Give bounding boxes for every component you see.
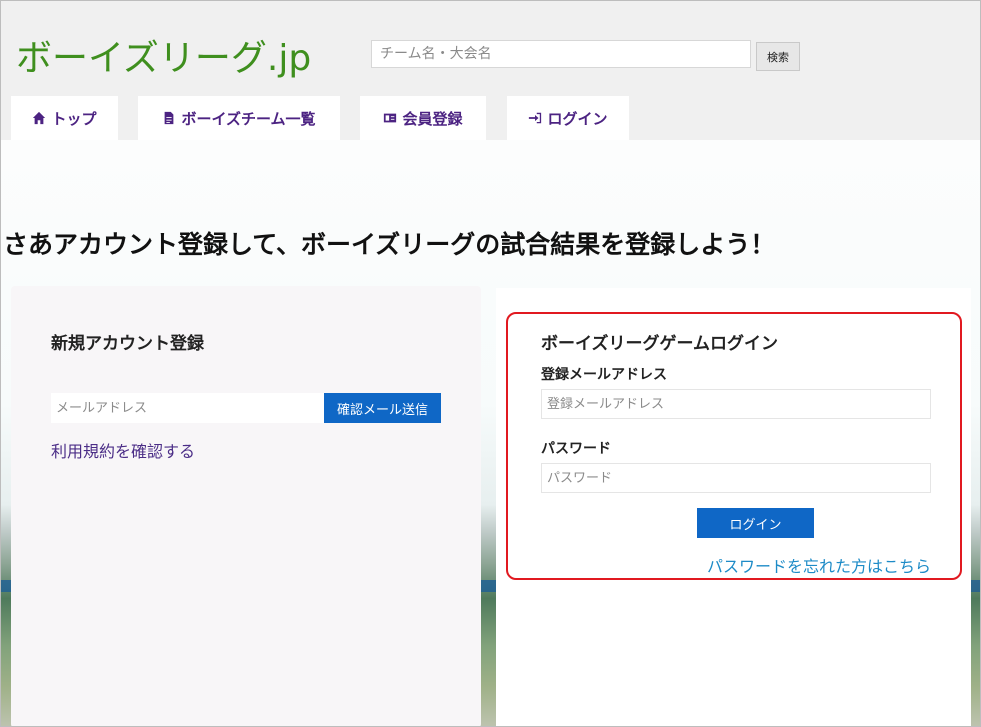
terms-link[interactable]: 利用規約を確認する [51,438,195,462]
nav-tab-login[interactable]: ログイン [507,96,629,140]
forgot-password-link[interactable]: パスワードを忘れた方はこちら [707,553,931,577]
password-label: パスワード [541,441,611,457]
site-header: ボーイズリーグ.jp 検索 トップ ボーイズチーム一覧 会員登録 ログイン [1,1,980,140]
login-email-input[interactable] [541,389,931,419]
nav-tab-top[interactable]: トップ [11,96,118,140]
login-title: ボーイズリーグゲームログイン [541,334,778,354]
home-icon [33,111,46,125]
password-input[interactable] [541,463,931,493]
nav-tab-top-label: トップ [51,109,97,128]
sign-in-icon [529,112,542,124]
browser-page: ボーイズリーグ.jp 検索 トップ ボーイズチーム一覧 会員登録 ログイン さあ… [0,0,981,727]
login-email-label: 登録メールアドレス [541,367,667,383]
id-card-icon [384,113,397,123]
nav-tab-register-label: 会員登録 [402,109,463,128]
nav-tab-register[interactable]: 会員登録 [360,96,486,140]
signup-title: 新規アカウント登録 [51,334,204,354]
nav-tab-team-list-label: ボーイズチーム一覧 [181,109,316,128]
signup-email-input[interactable] [51,393,324,423]
send-confirmation-button[interactable]: 確認メール送信 [324,393,441,423]
search-button[interactable]: 検索 [756,42,800,71]
nav-tab-team-list[interactable]: ボーイズチーム一覧 [138,96,340,140]
document-icon [165,111,174,125]
search-input[interactable] [371,40,751,68]
nav-tab-login-label: ログイン [547,109,608,128]
login-button[interactable]: ログイン [697,508,814,538]
site-logo[interactable]: ボーイズリーグ.jp [16,29,311,81]
page-headline: さあアカウント登録して、ボーイズリーグの試合結果を登録しよう！ [3,230,776,259]
